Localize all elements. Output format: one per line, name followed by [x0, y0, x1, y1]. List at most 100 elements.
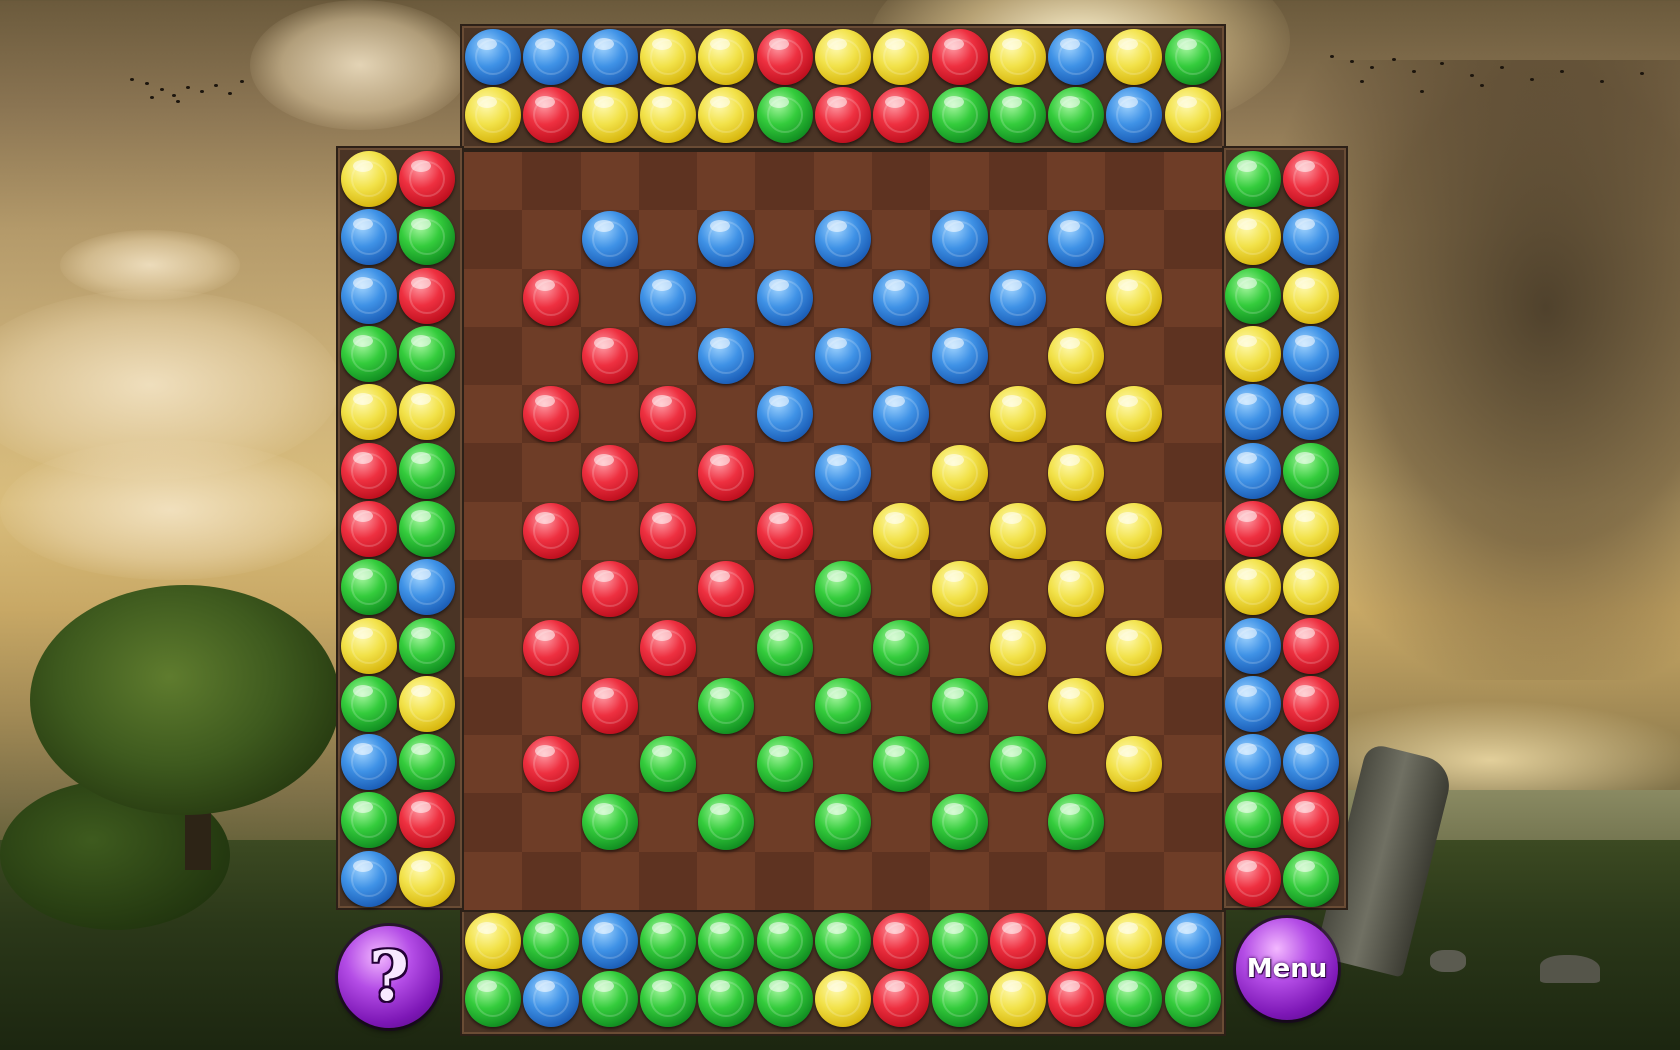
yellow-gem[interactable] [814, 971, 871, 1027]
yellow-gem[interactable] [1048, 561, 1105, 618]
yellow-gem[interactable] [1283, 267, 1339, 324]
board-cell[interactable] [1163, 560, 1222, 619]
blue-gem[interactable] [873, 386, 930, 443]
blue-gem[interactable] [1283, 384, 1339, 441]
yellow-gem[interactable] [931, 444, 988, 501]
blue-gem[interactable] [341, 850, 397, 907]
board-cell[interactable] [988, 793, 1047, 852]
board-cell[interactable] [464, 734, 523, 794]
yellow-gem[interactable] [698, 87, 755, 143]
red-gem[interactable] [931, 29, 988, 85]
green-gem[interactable] [341, 675, 397, 732]
board-cell[interactable] [813, 501, 873, 561]
red-gem[interactable] [523, 502, 580, 559]
board-cell[interactable] [813, 152, 873, 211]
board-cell[interactable] [1163, 501, 1222, 561]
board-cell[interactable] [930, 560, 989, 619]
board-cell[interactable] [872, 385, 931, 444]
blue-gem[interactable] [931, 211, 988, 268]
red-gem[interactable] [1048, 971, 1105, 1027]
board-cell[interactable] [755, 210, 814, 269]
board-cell[interactable] [522, 676, 581, 735]
green-gem[interactable] [989, 736, 1046, 793]
board-cell[interactable] [697, 210, 756, 269]
red-gem[interactable] [1225, 500, 1281, 557]
board-cell[interactable] [1163, 851, 1222, 910]
board-cell[interactable] [930, 501, 989, 561]
green-gem[interactable] [399, 500, 455, 557]
board-cell[interactable] [638, 210, 698, 269]
red-gem[interactable] [640, 502, 697, 559]
board-cell[interactable] [988, 326, 1047, 386]
yellow-gem[interactable] [399, 850, 455, 907]
red-gem[interactable] [640, 619, 697, 676]
green-gem[interactable] [698, 794, 755, 851]
board-cell[interactable] [1046, 618, 1106, 677]
board-cell[interactable] [813, 210, 873, 269]
board-cell[interactable] [872, 793, 931, 852]
board-cell[interactable] [464, 326, 523, 386]
green-gem[interactable] [399, 617, 455, 674]
board-cell[interactable] [638, 443, 698, 502]
board-cell[interactable] [522, 734, 581, 794]
board-cell[interactable] [580, 326, 639, 386]
blue-gem[interactable] [640, 269, 697, 326]
board-cell[interactable] [580, 501, 639, 561]
yellow-gem[interactable] [1225, 209, 1281, 266]
board-cell[interactable] [1046, 793, 1106, 852]
board-cell[interactable] [1163, 152, 1222, 211]
red-gem[interactable] [698, 561, 755, 618]
blue-gem[interactable] [581, 211, 638, 268]
green-gem[interactable] [756, 736, 813, 793]
yellow-gem[interactable] [581, 87, 638, 143]
green-gem[interactable] [873, 736, 930, 793]
board-cell[interactable] [638, 385, 698, 444]
board-cell[interactable] [464, 676, 523, 735]
board-cell[interactable] [697, 501, 756, 561]
board-cell[interactable] [580, 385, 639, 444]
help-button[interactable]: ? [338, 926, 440, 1028]
board-cell[interactable] [988, 851, 1047, 910]
board-cell[interactable] [697, 560, 756, 619]
yellow-gem[interactable] [465, 913, 522, 969]
board-cell[interactable] [464, 560, 523, 619]
yellow-gem[interactable] [1283, 500, 1339, 557]
board-cell[interactable] [522, 501, 581, 561]
board-cell[interactable] [1105, 152, 1164, 211]
board-cell[interactable] [1046, 443, 1106, 502]
board-cell[interactable] [697, 443, 756, 502]
board-cell[interactable] [638, 793, 698, 852]
yellow-gem[interactable] [989, 29, 1046, 85]
board-cell[interactable] [638, 851, 698, 910]
green-gem[interactable] [931, 913, 988, 969]
board-cell[interactable] [522, 326, 581, 386]
board-cell[interactable] [580, 560, 639, 619]
board-cell[interactable] [522, 210, 581, 269]
green-gem[interactable] [931, 677, 988, 734]
blue-gem[interactable] [1283, 209, 1339, 266]
blue-gem[interactable] [931, 328, 988, 385]
menu-button[interactable]: Menu [1236, 918, 1338, 1020]
blue-gem[interactable] [1225, 442, 1281, 499]
board-cell[interactable] [872, 443, 931, 502]
board-cell[interactable] [813, 268, 873, 327]
board-cell[interactable] [988, 152, 1047, 211]
green-gem[interactable] [399, 326, 455, 383]
red-gem[interactable] [698, 444, 755, 501]
board-cell[interactable] [638, 326, 698, 386]
board-cell[interactable] [755, 326, 814, 386]
yellow-gem[interactable] [698, 29, 755, 85]
green-gem[interactable] [756, 971, 813, 1027]
green-gem[interactable] [341, 326, 397, 383]
red-gem[interactable] [399, 792, 455, 849]
blue-gem[interactable] [698, 211, 755, 268]
blue-gem[interactable] [1048, 211, 1105, 268]
yellow-gem[interactable] [1048, 677, 1105, 734]
board-cell[interactable] [1046, 385, 1106, 444]
red-gem[interactable] [523, 269, 580, 326]
green-gem[interactable] [1283, 442, 1339, 499]
board-cell[interactable] [464, 268, 523, 327]
yellow-gem[interactable] [1106, 29, 1163, 85]
board-cell[interactable] [1105, 385, 1164, 444]
board-cell[interactable] [580, 443, 639, 502]
